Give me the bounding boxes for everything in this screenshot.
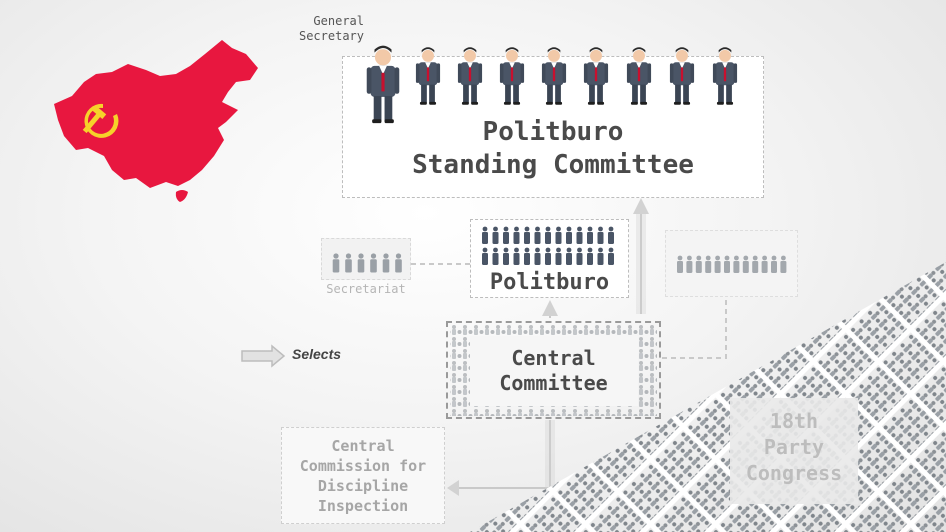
person-icon: [382, 253, 390, 273]
person-icon: [503, 226, 509, 244]
person-icon: [555, 247, 562, 265]
person-icon: [597, 247, 604, 265]
military-commission-members: [677, 255, 787, 273]
person-icon: [714, 255, 721, 273]
person-icon: [705, 255, 712, 273]
person-icon: [492, 247, 499, 265]
selects-legend-label: Selects: [292, 346, 342, 362]
person-icon: [534, 247, 541, 265]
person-icon: [395, 253, 402, 273]
secretariat-label: Secretariat: [326, 282, 406, 296]
person-icon: [370, 253, 377, 273]
person-icon: [587, 226, 593, 244]
person-icon: [513, 247, 520, 265]
person-icon: [499, 47, 525, 105]
person-icon: [534, 226, 541, 244]
person-icon: [761, 255, 768, 273]
person-icon: [545, 247, 551, 265]
person-icon: [576, 226, 583, 244]
person-icon: [482, 247, 488, 265]
person-icon: [626, 47, 652, 105]
person-icon: [366, 45, 400, 124]
politburo-title: Politburo: [489, 270, 610, 295]
selects-arrow-icon: [241, 344, 286, 368]
person-icon: [752, 255, 759, 273]
ccdi-title: Central Commission for Discipline Inspec…: [299, 437, 427, 515]
person-icon: [583, 47, 609, 105]
person-icon: [695, 255, 702, 273]
person-icon: [555, 226, 562, 244]
person-icon: [513, 226, 520, 244]
person-icon: [771, 255, 777, 273]
person-icon: [724, 255, 730, 273]
person-icon: [345, 253, 352, 273]
china-map-icon: [54, 40, 258, 188]
secretariat-members: [332, 253, 402, 273]
person-icon: [332, 253, 340, 273]
party-congress-title: 18th Party Congress: [745, 409, 843, 485]
person-icon: [492, 226, 499, 244]
central-committee-title: Central Committee: [499, 346, 608, 395]
person-icon: [733, 255, 740, 273]
general-secretary-label: General Secretary: [298, 14, 364, 43]
secretariat-box[interactable]: [321, 238, 411, 280]
psc-members: [366, 45, 738, 124]
person-icon: [482, 226, 488, 244]
person-icon: [780, 255, 787, 273]
person-icon: [742, 255, 749, 273]
person-icon: [503, 247, 509, 265]
politburo-standing-committee-title: Politburo Standing Committee: [412, 117, 694, 180]
person-icon: [566, 247, 572, 265]
person-icon: [566, 226, 572, 244]
military-commission-box[interactable]: [665, 230, 798, 297]
politburo-members: [482, 226, 614, 265]
person-icon: [677, 255, 683, 273]
person-icon: [587, 247, 593, 265]
person-icon: [457, 47, 483, 105]
person-icon: [712, 47, 738, 105]
person-icon: [524, 226, 530, 244]
person-icon: [415, 47, 441, 105]
person-icon: [597, 226, 604, 244]
person-icon: [608, 226, 614, 244]
person-icon: [357, 253, 365, 273]
person-icon: [686, 255, 693, 273]
person-icon: [669, 47, 695, 105]
person-icon: [524, 247, 530, 265]
person-icon: [608, 247, 614, 265]
person-icon: [545, 226, 551, 244]
person-icon: [576, 247, 583, 265]
person-icon: [541, 47, 567, 105]
diagram-canvas: General Secretary Politburo Standing Com…: [0, 0, 946, 532]
